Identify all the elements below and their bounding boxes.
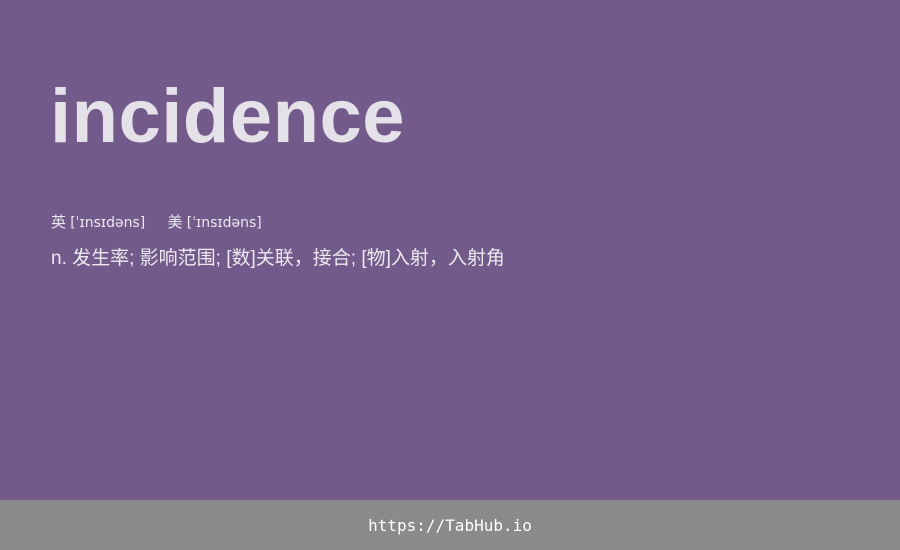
definition-text: n. 发生率; 影响范围; [数]关联，接合; [物]入射，入射角 (51, 248, 505, 269)
pronunciation-row: 英 [ˈɪnsɪdəns] 美 [ˈɪnsɪdəns] (51, 213, 262, 233)
uk-label: 英 (51, 214, 67, 231)
us-label: 美 (167, 214, 183, 231)
footer-bar: https://TabHub.io (0, 500, 900, 550)
us-phonetic: [ˈɪnsɪdəns] (186, 215, 262, 231)
word-card: incidence 英 [ˈɪnsɪdəns] 美 [ˈɪnsɪdəns] n.… (0, 0, 900, 500)
uk-phonetic: [ˈɪnsɪdəns] (70, 215, 146, 231)
tabhub-link[interactable]: https://TabHub.io (368, 516, 532, 535)
headword: incidence (50, 74, 406, 159)
